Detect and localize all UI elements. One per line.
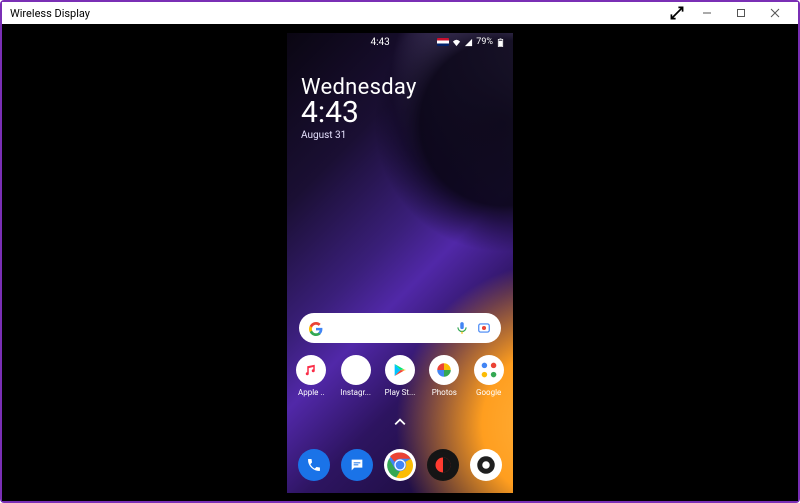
app-label: Instagr...: [340, 388, 371, 397]
maximize-button[interactable]: [724, 2, 758, 24]
status-time: 4:43: [295, 37, 437, 48]
close-button[interactable]: [758, 2, 792, 24]
titlebar: Wireless Display: [2, 2, 798, 24]
google-search-bar[interactable]: [299, 313, 501, 343]
app-play-store[interactable]: Play St...: [380, 355, 420, 397]
lens-icon[interactable]: [477, 321, 491, 335]
google-logo-icon: [309, 321, 323, 335]
app-label: Google: [476, 388, 501, 397]
app-label: Photos: [432, 388, 457, 397]
photos-icon: [429, 355, 459, 385]
clock-widget[interactable]: Wednesday 4:43 August 31: [301, 75, 417, 141]
google-folder-icon: [474, 355, 504, 385]
dock-screen-recorder[interactable]: [427, 449, 459, 481]
app-window: Wireless Display 4:43 79%: [0, 0, 800, 503]
clock-date: August 31: [301, 130, 417, 141]
battery-pct: 79%: [476, 37, 493, 47]
dock-phone[interactable]: [298, 449, 330, 481]
window-title: Wireless Display: [10, 7, 670, 20]
apple-music-icon: [296, 355, 326, 385]
minimize-button[interactable]: [690, 2, 724, 24]
app-google-folder[interactable]: Google: [469, 355, 509, 397]
dock-camera[interactable]: [470, 449, 502, 481]
app-photos[interactable]: Photos: [424, 355, 464, 397]
app-drawer-handle[interactable]: [394, 413, 406, 432]
status-bar: 4:43 79%: [287, 37, 513, 48]
clock-time: 4:43: [301, 98, 417, 128]
mic-icon[interactable]: [455, 321, 469, 335]
dock: [287, 449, 513, 481]
play-store-icon: [385, 355, 415, 385]
app-instagram[interactable]: Instagr...: [336, 355, 376, 397]
dock-chrome[interactable]: [384, 449, 416, 481]
instagram-icon: [341, 355, 371, 385]
locale-flag-icon: [437, 38, 449, 46]
dock-messages[interactable]: [341, 449, 373, 481]
battery-icon: [496, 38, 505, 47]
phone-screen[interactable]: 4:43 79% Wednesday 4:43 August 31: [287, 33, 513, 493]
app-label: Play St...: [385, 388, 416, 397]
fullscreen-icon[interactable]: [670, 6, 684, 20]
home-app-row: Apple .. Instagr... Play St...: [287, 355, 513, 397]
cast-stage: 4:43 79% Wednesday 4:43 August 31: [2, 24, 798, 501]
app-label: Apple ..: [298, 388, 325, 397]
signal-icon: [464, 38, 473, 47]
wifi-icon: [452, 38, 461, 47]
app-apple-music[interactable]: Apple ..: [291, 355, 331, 397]
